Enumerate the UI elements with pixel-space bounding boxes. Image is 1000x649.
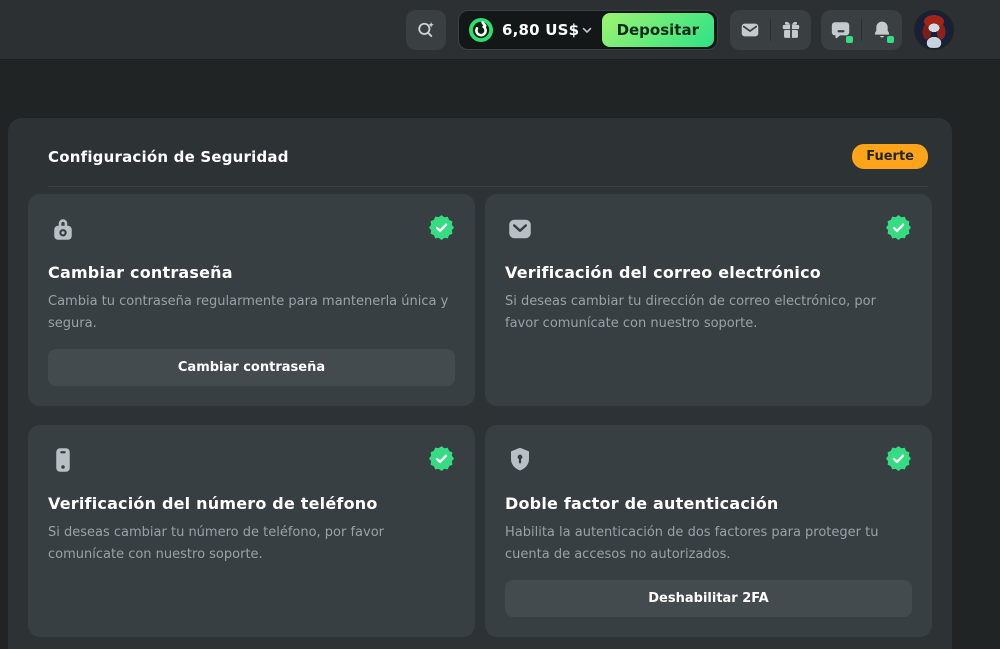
card-description: Si deseas cambiar tu número de teléfono,… [48, 522, 455, 566]
security-cards-grid: Cambiar contraseña Cambia tu contraseña … [8, 187, 952, 649]
currency-selector[interactable]: 6,80 US$ Depositar [458, 10, 718, 50]
card-title: Cambiar contraseña [48, 263, 455, 282]
chat-button[interactable] [821, 10, 861, 50]
verified-check-badge [885, 445, 912, 472]
shield-keyhole-icon [505, 445, 535, 479]
card-phone-verification: Verificación del número de teléfono Si d… [28, 425, 475, 637]
mail-icon [739, 19, 761, 41]
lock-icon [48, 214, 78, 248]
card-email-verification: Verificación del correo electrónico Si d… [485, 194, 932, 406]
envelope-icon [505, 214, 535, 248]
card-title: Verificación del correo electrónico [505, 263, 912, 282]
wallet-balance: 6,80 US$ [502, 21, 579, 39]
verified-check-badge [885, 214, 912, 241]
card-two-factor: Doble factor de autenticación Habilita l… [485, 425, 932, 637]
search-button[interactable] [406, 10, 446, 50]
mail-gift-group [730, 10, 811, 50]
phone-icon [48, 445, 78, 479]
card-title: Doble factor de autenticación [505, 494, 912, 513]
verified-check-badge [428, 445, 455, 472]
page-title: Configuración de Seguridad [48, 148, 289, 166]
security-settings-panel: Configuración de Seguridad Fuerte [8, 118, 952, 649]
verified-check-badge [428, 214, 455, 241]
security-strength-badge: Fuerte [852, 144, 928, 169]
bc-coin-icon [468, 17, 494, 43]
chevron-down-icon [580, 23, 594, 37]
card-description: Cambia tu contraseña regularmente para m… [48, 291, 455, 335]
panel-header: Configuración de Seguridad Fuerte [8, 118, 952, 186]
magnifier-sparkle-icon [415, 19, 437, 41]
change-password-button[interactable]: Cambiar contraseña [48, 349, 455, 386]
card-change-password: Cambiar contraseña Cambia tu contraseña … [28, 194, 475, 406]
notifications-button[interactable] [862, 10, 902, 50]
page-content: Configuración de Seguridad Fuerte [0, 60, 1000, 649]
chat-unread-dot [846, 36, 853, 43]
gift-icon [780, 19, 802, 41]
card-top-row [505, 214, 912, 248]
disable-2fa-button[interactable]: Deshabilitar 2FA [505, 580, 912, 617]
notifications-unread-dot [887, 36, 894, 43]
card-title: Verificación del número de teléfono [48, 494, 455, 513]
gift-button[interactable] [771, 10, 811, 50]
chat-bell-group [821, 10, 902, 50]
card-top-row [505, 445, 912, 479]
card-description: Si deseas cambiar tu dirección de correo… [505, 291, 912, 335]
user-avatar[interactable] [914, 10, 954, 50]
card-top-row [48, 445, 455, 479]
card-description: Habilita la autenticación de dos factore… [505, 522, 912, 566]
card-top-row [48, 214, 455, 248]
mail-button[interactable] [730, 10, 770, 50]
top-bar: 6,80 US$ Depositar [0, 0, 1000, 60]
deposit-button[interactable]: Depositar [602, 13, 714, 47]
